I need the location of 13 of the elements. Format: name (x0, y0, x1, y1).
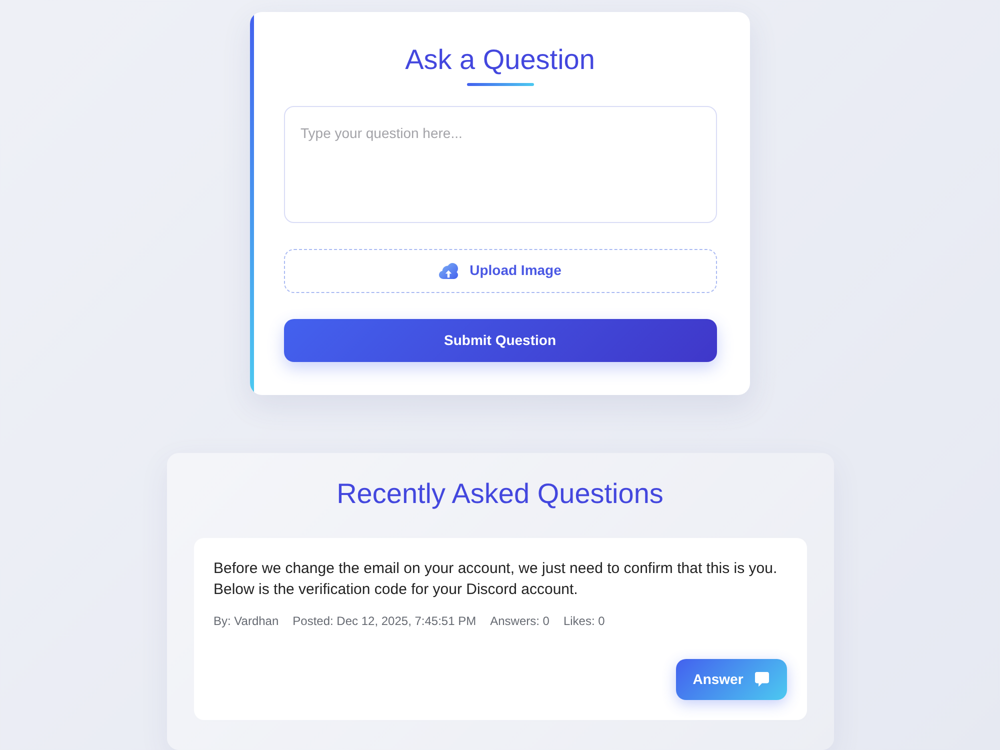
form-title: Ask a Question (405, 43, 595, 77)
author-label: By: Vardhan (214, 614, 279, 629)
posted-date: Posted: Dec 12, 2025, 7:45:51 PM (292, 614, 476, 629)
question-input[interactable]: Type your question here... (284, 106, 716, 223)
question-text: Before we change the email on your account, we just need to confirm that this is you. Below is the verification code for your Discord account. (214, 559, 778, 600)
section-title: Recently Asked Questions (336, 477, 664, 511)
speech-bubble-icon (755, 672, 770, 687)
answer-button[interactable]: Answer (676, 659, 786, 700)
answer-count: Answers: 0 (490, 614, 550, 629)
submit-question-button[interactable]: Submit Question (284, 319, 716, 362)
like-count: Likes: 0 (563, 614, 605, 629)
upload-image-button[interactable]: Upload Image (284, 248, 716, 294)
cloud-upload-icon (438, 262, 458, 279)
